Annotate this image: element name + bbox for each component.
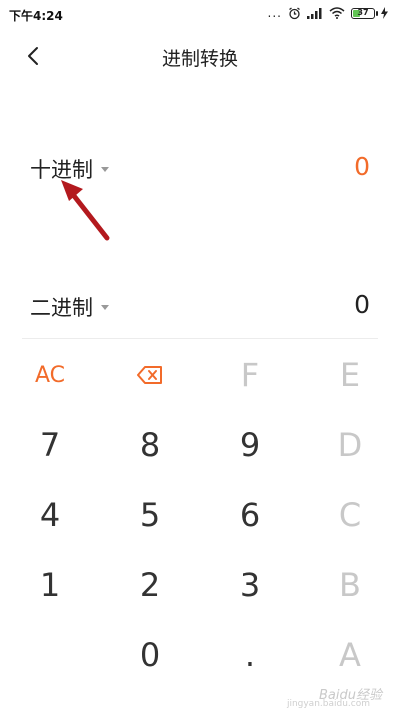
key-6[interactable]: 6 [200,480,300,550]
dropdown-caret-icon [101,304,109,310]
key-a[interactable]: A [300,620,400,690]
annotation-arrow-icon [61,180,110,241]
dropdown-caret-icon [101,166,109,172]
key-b[interactable]: B [300,550,400,620]
binary-value: 0 [354,290,370,319]
key-e[interactable]: E [300,340,400,410]
clear-button[interactable]: AC [0,340,100,410]
key-1[interactable]: 1 [0,550,100,620]
app-header: 进制转换 [0,30,400,86]
backspace-button[interactable] [100,340,200,410]
key-c[interactable]: C [300,480,400,550]
backspace-icon [137,366,162,384]
binary-row[interactable]: 二进制 0 [0,288,400,328]
more-notifications-icon: ... [267,6,282,20]
decimal-value: 0 [354,152,370,181]
key-3[interactable]: 3 [200,550,300,620]
status-icons: ... 37 [268,6,388,20]
key-4[interactable]: 4 [0,480,100,550]
key-2[interactable]: 2 [100,550,200,620]
alarm-icon [289,6,300,19]
key-7[interactable]: 7 [0,410,100,480]
wifi-icon [329,7,345,19]
key-0[interactable]: 0 [100,620,200,690]
battery-level: 37 [357,8,369,17]
keypad: AC F E 7 8 9 D 4 5 6 C 1 2 3 B 0 . A [0,340,400,711]
divider [22,338,378,339]
key-9[interactable]: 9 [200,410,300,480]
charging-icon [381,7,388,19]
signal-icon [307,7,322,19]
key-d[interactable]: D [300,410,400,480]
battery-icon: 37 [351,7,378,19]
key-5[interactable]: 5 [100,480,200,550]
status-bar: 下午4:24 ... 37 [0,0,400,30]
binary-label: 二进制 [30,296,93,320]
key-8[interactable]: 8 [100,410,200,480]
binary-base-selector[interactable]: 二进制 [30,292,109,322]
key-decimal-point[interactable]: . [200,620,300,690]
status-time: 下午4:24 [9,9,63,23]
key-f[interactable]: F [200,340,300,410]
page-title: 进制转换 [161,48,238,70]
watermark-url: jingyan.baidu.com [286,699,370,709]
